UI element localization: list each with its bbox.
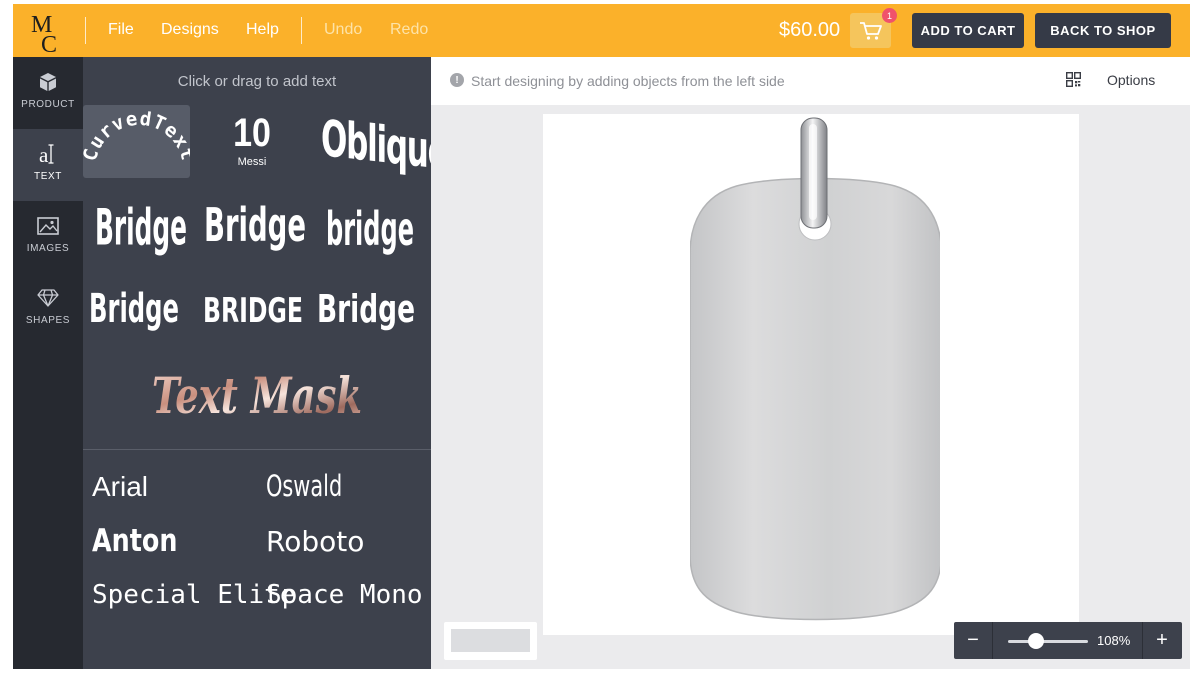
cart-count-badge: 1 (882, 8, 897, 23)
text-panel: Click or drag to add text CurvedText 10 … (83, 57, 431, 669)
thumbnail-preview (451, 629, 530, 652)
sidebar-item-text[interactable]: a TEXT (13, 129, 83, 201)
svg-text:CurvedText: CurvedText (83, 108, 190, 164)
svg-text:a: a (39, 143, 49, 166)
sidebar-item-label: IMAGES (26, 243, 70, 254)
jersey-name: Messi (237, 156, 267, 168)
bridge-preview: BRIDGE (203, 291, 303, 331)
font-option-roboto[interactable]: Roboto (266, 525, 364, 558)
svg-text:Bridge: Bridge (89, 286, 179, 332)
oblique-text: Oblique (321, 109, 431, 182)
preset-oblique[interactable]: Oblique (315, 105, 431, 182)
text-mask-preview: Text Mask (152, 366, 362, 425)
zoom-out-button[interactable]: − (954, 622, 992, 659)
zoom-slider-handle[interactable] (1028, 633, 1044, 649)
menu-designs[interactable]: Designs (161, 21, 219, 39)
svg-text:Bridge: Bridge (204, 198, 306, 252)
redo-button[interactable]: Redo (390, 21, 428, 39)
preset-text-mask[interactable]: Text Mask (143, 357, 371, 429)
text-icon: a (39, 143, 54, 166)
preset-bridge-arch-up[interactable]: Bridge (201, 191, 309, 259)
jersey-number: 10 (233, 111, 271, 155)
back-to-shop-button[interactable]: BACK TO SHOP (1035, 13, 1171, 48)
bridge-preview: Bridge (317, 287, 415, 331)
add-to-cart-button[interactable]: ADD TO CART (912, 13, 1024, 48)
dog-tag-product (690, 117, 940, 621)
diamond-icon (37, 289, 59, 307)
design-artboard[interactable] (543, 114, 1079, 635)
svg-text:bridge: bridge (326, 202, 414, 256)
panel-divider (83, 449, 431, 450)
canvas-hint: Start designing by adding objects from t… (471, 73, 785, 89)
curved-text-preview: CurvedText (83, 108, 198, 164)
font-option-oswald[interactable]: Oswald (266, 469, 342, 503)
menu-separator (85, 17, 86, 44)
image-icon (37, 217, 59, 235)
canvas-info-bar: ! Start designing by adding objects from… (431, 57, 1190, 105)
page-thumbnail[interactable] (444, 622, 537, 660)
sidebar-item-product[interactable]: PRODUCT (13, 57, 83, 129)
tool-sidebar: PRODUCT a TEXT IMAGES SHAPES (13, 57, 83, 669)
cart-icon (859, 21, 882, 40)
font-option-arial[interactable]: Arial (92, 471, 148, 503)
cube-icon (40, 73, 56, 91)
undo-button[interactable]: Undo (324, 21, 362, 39)
bridge-preview: Bridge (204, 198, 306, 252)
sidebar-item-images[interactable]: IMAGES (13, 201, 83, 273)
qr-code-icon[interactable] (1066, 72, 1081, 87)
zoom-level: 108% (1097, 633, 1131, 648)
bridge-preview: bridge (326, 202, 414, 256)
svg-text:Bridge: Bridge (95, 200, 187, 257)
preset-jersey-number[interactable]: 10 Messi (203, 105, 301, 178)
svg-text:Text Mask: Text Mask (152, 366, 362, 425)
sidebar-item-shapes[interactable]: SHAPES (13, 273, 83, 345)
sidebar-item-label: TEXT (34, 171, 62, 182)
font-option-anton[interactable]: Anton (92, 523, 177, 559)
preset-bridge-wave[interactable]: Bridge (87, 277, 195, 335)
menu-file[interactable]: File (108, 21, 134, 39)
designer-app: M C File Designs Help Undo Redo $60.00 1… (13, 4, 1190, 669)
top-bar: M C File Designs Help Undo Redo $60.00 1… (13, 4, 1190, 57)
zoom-slider[interactable] (1008, 640, 1088, 643)
menu-help[interactable]: Help (246, 21, 279, 39)
svg-text:C: C (41, 32, 57, 54)
font-option-space-mono[interactable]: Space Mono (266, 580, 423, 610)
info-icon: ! (450, 73, 464, 87)
preset-bridge-pinch[interactable]: Bridge (316, 277, 424, 335)
brand-logo[interactable]: M C (29, 10, 65, 54)
bridge-preview: Bridge (89, 286, 179, 332)
bridge-preview: Bridge (95, 200, 187, 257)
svg-text:Bridge: Bridge (317, 287, 415, 331)
zoom-control: − 108% + (954, 622, 1182, 659)
price-label: $60.00 (779, 19, 841, 41)
font-option-special-elite[interactable]: Special Elite (92, 580, 296, 610)
svg-text:BRIDGE: BRIDGE (203, 291, 303, 331)
preset-bridge-uppercase[interactable]: BRIDGE (201, 277, 309, 335)
preset-curved-text[interactable]: CurvedText (83, 105, 198, 178)
preset-bridge-arch-down[interactable]: Bridge (87, 191, 195, 259)
sidebar-item-label: PRODUCT (21, 99, 75, 110)
panel-hint: Click or drag to add text (177, 73, 337, 90)
zoom-in-button[interactable]: + (1143, 622, 1181, 659)
sidebar-item-label: SHAPES (25, 315, 71, 326)
preset-bridge-lowercase[interactable]: bridge (316, 191, 424, 259)
options-button[interactable]: Options (1107, 72, 1155, 88)
menu-separator (301, 17, 302, 44)
